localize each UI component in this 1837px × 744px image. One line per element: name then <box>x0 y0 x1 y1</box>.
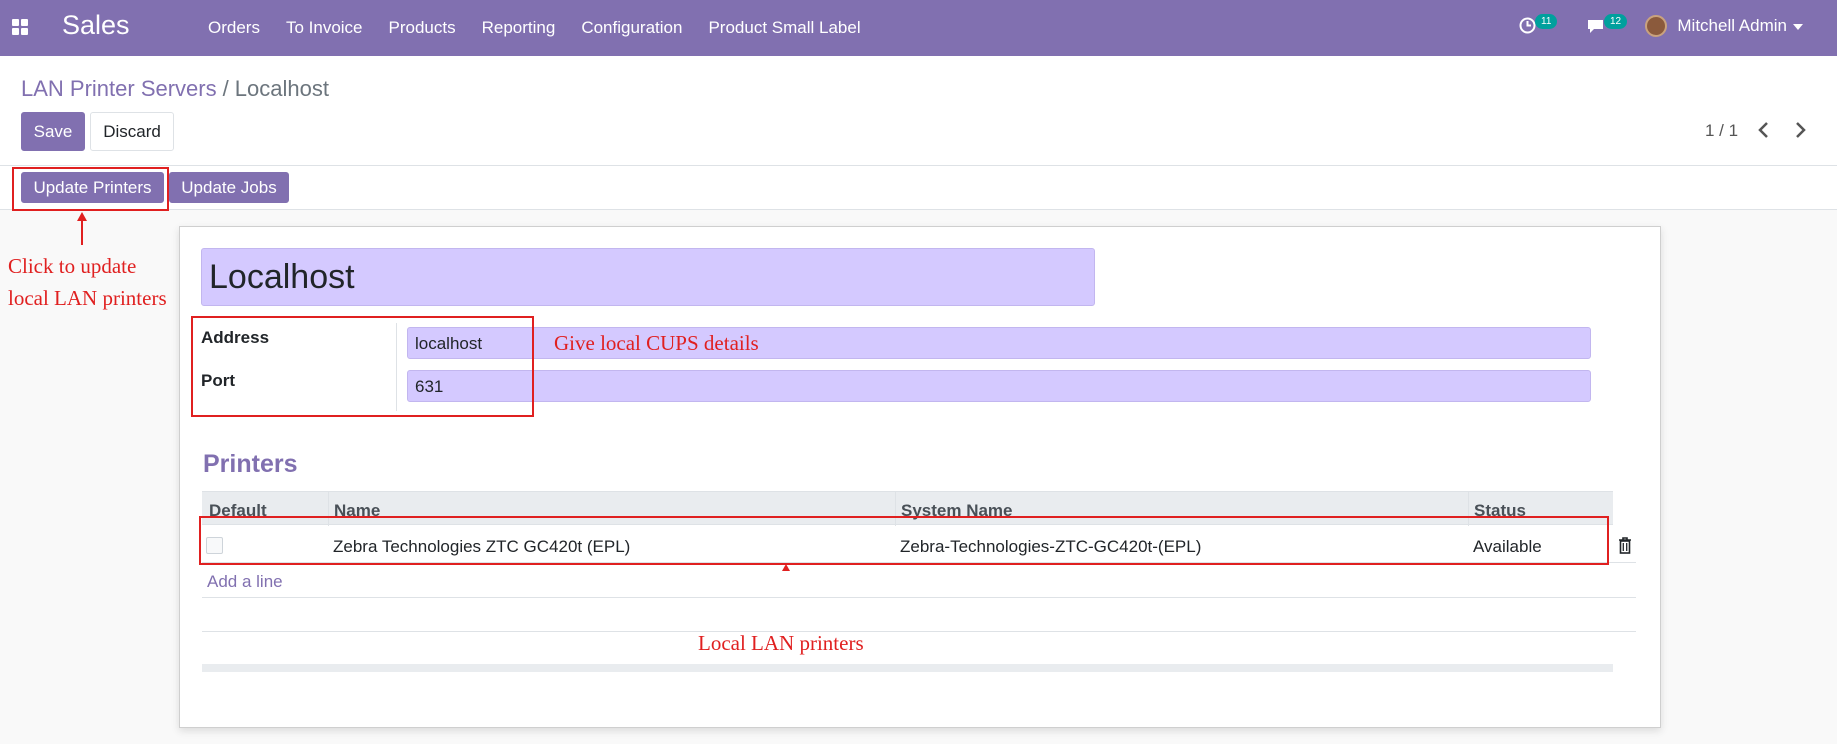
breadcrumb-parent[interactable]: LAN Printer Servers <box>21 76 217 101</box>
menu-item-product-small-label[interactable]: Product Small Label <box>708 18 860 38</box>
message-count-badge: 12 <box>1604 14 1628 29</box>
port-field[interactable]: 631 <box>407 370 1591 402</box>
top-navbar: Sales Orders To Invoice Products Reporti… <box>0 0 1837 56</box>
chevron-right-icon <box>1796 122 1806 138</box>
breadcrumb-current: Localhost <box>234 76 329 101</box>
main-menu: Orders To Invoice Products Reporting Con… <box>195 0 874 56</box>
default-checkbox[interactable] <box>206 537 223 554</box>
previous-record-button[interactable] <box>1753 119 1775 141</box>
chat-icon <box>1588 20 1603 33</box>
apps-menu-icon[interactable] <box>12 19 28 35</box>
printers-section-title: Printers <box>203 450 298 478</box>
chevron-down-icon <box>1793 24 1803 30</box>
annotation-arrow <box>81 219 83 245</box>
menu-item-reporting[interactable]: Reporting <box>482 18 556 38</box>
pager-value[interactable]: 1 / 1 <box>1705 121 1738 141</box>
menu-item-orders[interactable]: Orders <box>208 18 260 38</box>
chevron-left-icon <box>1758 122 1768 138</box>
discard-button[interactable]: Discard <box>90 112 174 151</box>
menu-item-to-invoice[interactable]: To Invoice <box>286 18 363 38</box>
port-label: Port <box>201 371 235 390</box>
breadcrumb-separator: / <box>222 76 229 101</box>
annotation-lan-printers: Local LAN printers <box>698 631 864 655</box>
add-line-link[interactable]: Add a line <box>207 572 283 592</box>
app-name[interactable]: Sales <box>62 10 130 41</box>
annotation-arrow-head <box>782 564 790 571</box>
column-default[interactable]: Default <box>209 501 267 521</box>
annotation-update-line2: local LAN printers <box>8 286 167 310</box>
server-name-field[interactable]: Localhost <box>201 248 1095 306</box>
menu-item-products[interactable]: Products <box>389 18 456 38</box>
table-divider <box>202 597 1636 598</box>
column-status[interactable]: Status <box>1474 501 1526 521</box>
table-divider <box>202 631 1636 632</box>
user-avatar[interactable] <box>1645 15 1667 37</box>
trash-icon[interactable] <box>1616 535 1634 555</box>
annotation-arrow-head <box>77 212 87 221</box>
printer-name: Zebra Technologies ZTC GC420t (EPL) <box>333 537 631 556</box>
save-button[interactable]: Save <box>21 112 85 151</box>
column-system-name[interactable]: System Name <box>901 501 1013 521</box>
printers-table-header: Default Name System Name Status <box>202 491 1613 526</box>
clock-icon <box>1519 17 1536 34</box>
annotation-cups: Give local CUPS details <box>554 331 759 355</box>
address-label: Address <box>201 328 270 347</box>
breadcrumb: LAN Printer Servers / Localhost <box>21 76 329 102</box>
printer-system-name: Zebra-Technologies-ZTC-GC420t-(EPL) <box>900 537 1202 556</box>
update-printers-button[interactable]: Update Printers <box>21 172 164 203</box>
activity-count-badge: 11 <box>1535 14 1558 29</box>
next-record-button[interactable] <box>1789 119 1811 141</box>
user-menu[interactable]: Mitchell Admin <box>1677 16 1787 36</box>
printers-table-footer <box>202 664 1613 672</box>
label-separator <box>396 323 397 411</box>
table-row[interactable]: Zebra Technologies ZTC GC420t (EPL) Zebr… <box>202 529 1636 563</box>
printer-status: Available <box>1473 537 1542 556</box>
update-jobs-button[interactable]: Update Jobs <box>169 172 289 203</box>
menu-item-configuration[interactable]: Configuration <box>581 18 682 38</box>
annotation-update-line1: Click to update <box>8 254 137 278</box>
column-name[interactable]: Name <box>334 501 380 521</box>
